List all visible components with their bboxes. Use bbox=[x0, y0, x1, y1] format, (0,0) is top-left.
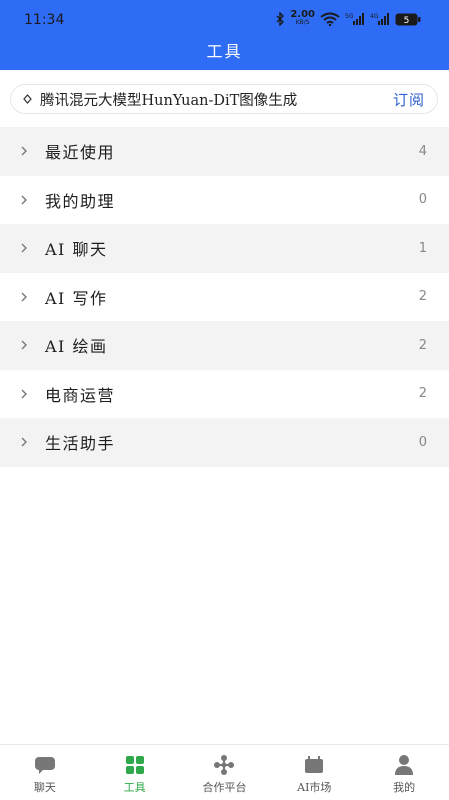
status-bar: 11:34 2.00 KB/S 5G 4G 5 bbox=[0, 0, 449, 36]
diamond-icon bbox=[23, 94, 32, 104]
subscribe-button[interactable]: 订阅 bbox=[393, 89, 425, 110]
status-time: 11:34 bbox=[24, 12, 65, 28]
signal-4g-icon: 4G bbox=[370, 13, 389, 25]
category-row-recent[interactable]: 最近使用 4 bbox=[0, 127, 449, 176]
chevron-right-icon bbox=[17, 291, 31, 303]
category-count: 1 bbox=[418, 240, 427, 256]
signal-4g-label: 4G bbox=[370, 13, 379, 20]
network-icon bbox=[213, 754, 235, 776]
category-count: 2 bbox=[418, 289, 427, 305]
status-icons: 2.00 KB/S 5G 4G 5 bbox=[276, 9, 421, 27]
chevron-right-icon bbox=[17, 145, 31, 157]
chevron-right-icon bbox=[17, 388, 31, 400]
category-label: AI 绘画 bbox=[45, 337, 108, 357]
category-row-ai-chat[interactable]: AI 聊天 1 bbox=[0, 224, 449, 273]
tab-partner-platform[interactable]: 合作平台 bbox=[180, 745, 270, 800]
tab-tools[interactable]: 工具 bbox=[90, 745, 180, 800]
signal-5g-label: 5G bbox=[345, 13, 354, 20]
tab-chat[interactable]: 聊天 bbox=[0, 745, 90, 800]
tab-label: 合作平台 bbox=[202, 781, 247, 794]
tab-ai-market[interactable]: AI市场 bbox=[269, 745, 359, 800]
category-count: 4 bbox=[418, 143, 427, 159]
battery-level: 5 bbox=[404, 16, 410, 26]
category-label: AI 聊天 bbox=[45, 240, 108, 260]
category-count: 2 bbox=[418, 337, 427, 353]
bluetooth-icon bbox=[276, 12, 285, 26]
battery-icon: 5 bbox=[395, 13, 421, 26]
wifi-icon bbox=[320, 12, 340, 26]
signal-5g-icon: 5G bbox=[345, 13, 364, 25]
notice-banner[interactable]: 腾讯混元大模型HunYuan-DiT图像生成 订阅 bbox=[10, 84, 438, 114]
category-label: AI 写作 bbox=[45, 288, 108, 308]
tab-label: AI市场 bbox=[297, 781, 332, 794]
grid-icon bbox=[124, 754, 146, 776]
notice-text[interactable]: 腾讯混元大模型HunYuan-DiT图像生成 bbox=[40, 89, 393, 110]
tab-label: 工具 bbox=[123, 781, 146, 794]
category-label: 生活助手 bbox=[45, 434, 116, 454]
person-icon bbox=[393, 754, 415, 776]
category-row-my-assistant[interactable]: 我的助理 0 bbox=[0, 176, 449, 225]
chevron-right-icon bbox=[17, 194, 31, 206]
net-speed: 2.00 KB/S bbox=[290, 9, 315, 27]
category-label: 我的助理 bbox=[45, 191, 116, 211]
tab-label: 我的 bbox=[393, 781, 416, 794]
category-list: 最近使用 4 我的助理 0 AI 聊天 1 AI 写作 2 AI 绘画 2 电商… bbox=[0, 127, 449, 467]
page-title: 工具 bbox=[206, 42, 243, 61]
category-count: 2 bbox=[418, 386, 427, 402]
chevron-right-icon bbox=[17, 339, 31, 351]
app-header: 11:34 2.00 KB/S 5G 4G 5 工具 bbox=[0, 0, 449, 70]
net-speed-value: 2.00 bbox=[290, 9, 315, 20]
net-speed-unit: KB/S bbox=[295, 19, 310, 26]
chat-bubble-icon bbox=[34, 754, 56, 776]
category-label: 最近使用 bbox=[45, 143, 116, 163]
category-count: 0 bbox=[418, 434, 427, 450]
tab-label: 聊天 bbox=[33, 781, 56, 794]
category-row-life-assistant[interactable]: 生活助手 0 bbox=[0, 418, 449, 467]
category-row-ecommerce[interactable]: 电商运营 2 bbox=[0, 370, 449, 419]
bottom-tab-bar: 聊天 工具 合作平台 AI市场 我的 bbox=[0, 744, 449, 800]
category-row-ai-painting[interactable]: AI 绘画 2 bbox=[0, 321, 449, 370]
tab-me[interactable]: 我的 bbox=[359, 745, 449, 800]
chevron-right-icon bbox=[17, 436, 31, 448]
chevron-right-icon bbox=[17, 242, 31, 254]
category-label: 电商运营 bbox=[45, 385, 116, 405]
category-row-ai-writing[interactable]: AI 写作 2 bbox=[0, 273, 449, 322]
category-count: 0 bbox=[418, 192, 427, 208]
store-icon bbox=[303, 754, 325, 776]
